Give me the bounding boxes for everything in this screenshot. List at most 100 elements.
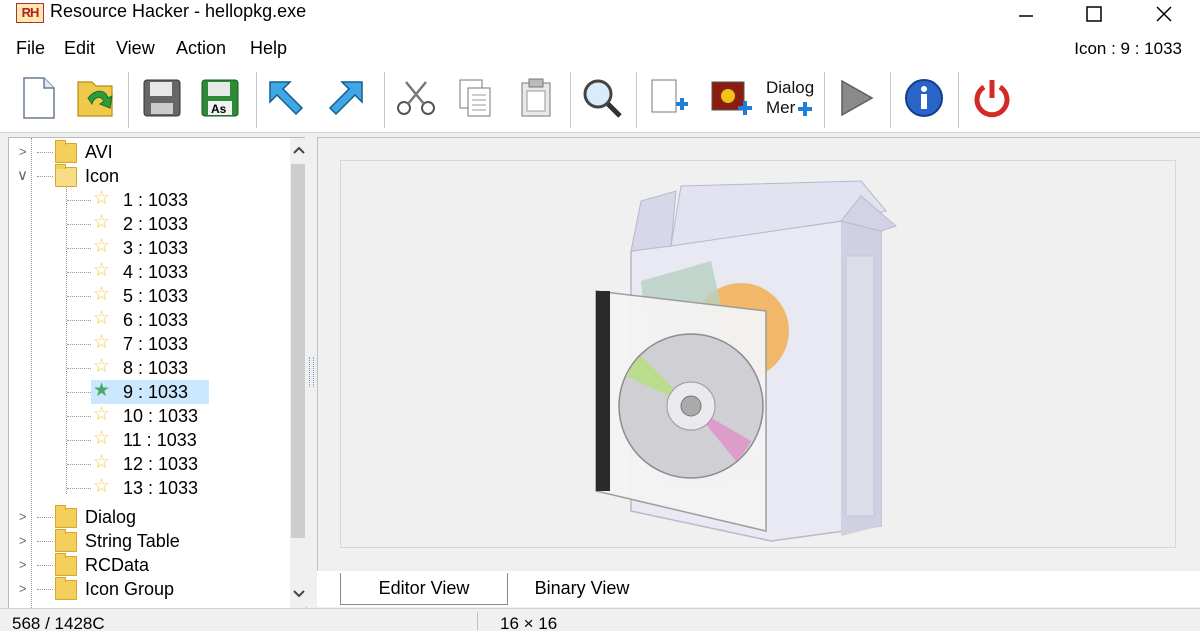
paste-button[interactable] bbox=[512, 74, 560, 122]
resource-hacker-logo-icon: RH bbox=[16, 3, 44, 23]
tree-item-icon-entry[interactable]: ☆ 12 : 1033 bbox=[67, 452, 227, 476]
tab-editor-view[interactable]: Editor View bbox=[340, 573, 508, 605]
exit-button[interactable] bbox=[968, 74, 1016, 122]
tree-item-icon-entry[interactable]: ☆ 13 : 1033 bbox=[67, 476, 227, 500]
folder-icon bbox=[55, 140, 77, 163]
chevron-right-icon[interactable]: > bbox=[19, 529, 31, 553]
menu-view[interactable]: View bbox=[116, 38, 155, 59]
save-as-text: As bbox=[211, 102, 227, 116]
arrow-up-left-icon bbox=[269, 81, 304, 116]
save-icon bbox=[143, 79, 181, 117]
import-button[interactable] bbox=[262, 74, 310, 122]
menu-label: Mer bbox=[766, 98, 796, 117]
folder-icon bbox=[55, 505, 77, 528]
save-button[interactable] bbox=[138, 74, 186, 122]
tree-item-string-table[interactable]: > String Table bbox=[9, 529, 279, 553]
tree-item-label: Dialog bbox=[85, 507, 137, 527]
save-as-icon: As bbox=[201, 79, 239, 117]
export-button[interactable] bbox=[322, 74, 370, 122]
tree-item-label: 10 : 1033 bbox=[123, 406, 199, 426]
copy-button[interactable] bbox=[452, 74, 500, 122]
tree-item-icon-entry[interactable]: ☆ 7 : 1033 bbox=[67, 332, 217, 356]
status-left: 568 / 1428C bbox=[12, 614, 105, 633]
tree-item-icon-entry[interactable]: ☆ 3 : 1033 bbox=[67, 236, 217, 260]
tree-item-label: 3 : 1033 bbox=[123, 238, 189, 258]
tree-item-label: 6 : 1033 bbox=[123, 310, 189, 330]
panel-splitter[interactable] bbox=[305, 137, 317, 607]
tree-item-icon-entry-selected[interactable]: ★ 9 : 1033 bbox=[67, 380, 217, 404]
tree-item-label: 12 : 1033 bbox=[123, 454, 199, 474]
paste-icon bbox=[521, 78, 551, 117]
toolbar-separator bbox=[636, 72, 637, 128]
new-file-icon bbox=[23, 77, 55, 119]
menu-bar: File Edit View Action Help Icon : 9 : 10… bbox=[0, 32, 1200, 66]
tree-item-label: String Table bbox=[85, 531, 180, 551]
tree-scrollbar-thumb[interactable] bbox=[291, 164, 306, 538]
status-bar: 568 / 1428C 16 × 16 bbox=[0, 608, 1200, 633]
new-button[interactable] bbox=[14, 74, 62, 122]
splitter-grip bbox=[309, 357, 314, 387]
tree-item-icon-entry[interactable]: ☆ 6 : 1033 bbox=[67, 308, 217, 332]
star-icon: ☆ bbox=[93, 428, 111, 449]
tree-item-rcdata[interactable]: > RCData bbox=[9, 553, 279, 577]
status-divider bbox=[477, 612, 478, 630]
minimize-button[interactable] bbox=[1002, 0, 1050, 28]
star-icon: ☆ bbox=[93, 308, 111, 329]
tree-item-icon-group[interactable]: > Icon Group bbox=[9, 577, 279, 601]
save-as-button[interactable]: As bbox=[196, 74, 244, 122]
open-button[interactable] bbox=[72, 74, 120, 122]
chevron-right-icon[interactable]: > bbox=[19, 577, 31, 601]
chevron-down-icon[interactable]: ∨ bbox=[17, 164, 29, 188]
tree-item-icon-entry[interactable]: ☆ 10 : 1033 bbox=[67, 404, 227, 428]
title-bar: RH Resource Hacker - hellopkg.exe bbox=[0, 0, 1200, 32]
open-file-icon bbox=[77, 81, 113, 117]
menu-action[interactable]: Action bbox=[176, 38, 226, 59]
power-icon bbox=[974, 80, 1010, 118]
chevron-right-icon[interactable]: > bbox=[19, 505, 31, 529]
menu-file[interactable]: File bbox=[16, 38, 45, 59]
minimize-icon bbox=[1019, 15, 1033, 17]
tab-binary-view[interactable]: Binary View bbox=[507, 573, 657, 604]
current-resource-info: Icon : 9 : 1033 bbox=[1074, 39, 1182, 58]
chevron-right-icon[interactable]: > bbox=[19, 553, 31, 577]
add-blank-resource-button[interactable] bbox=[644, 74, 692, 122]
tree-item-icon-entry[interactable]: ☆ 8 : 1033 bbox=[67, 356, 217, 380]
tree-item-icon-entry[interactable]: ☆ 4 : 1033 bbox=[67, 260, 217, 284]
status-dimensions: 16 × 16 bbox=[500, 614, 558, 633]
info-button[interactable] bbox=[900, 74, 948, 122]
chevron-right-icon[interactable]: > bbox=[19, 140, 31, 164]
tree-item-label: 13 : 1033 bbox=[123, 478, 199, 498]
tree-item-label: 8 : 1033 bbox=[123, 358, 189, 378]
folder-icon bbox=[55, 553, 77, 576]
toolbar-separator bbox=[570, 72, 571, 128]
tree-item-avi[interactable]: > AVI bbox=[9, 140, 279, 164]
tree-item-icon-entry[interactable]: ☆ 1 : 1033 bbox=[67, 188, 217, 212]
add-blank-resource-icon bbox=[651, 79, 688, 113]
tree-item-icon-entry[interactable]: ☆ 11 : 1033 bbox=[67, 428, 227, 452]
resource-tree[interactable]: > AVI ∨ Icon ☆ 1 : 1033 ☆ 2 : 1033 ☆ 3 :… bbox=[8, 137, 307, 609]
play-icon bbox=[841, 79, 874, 117]
info-icon bbox=[905, 79, 943, 117]
scroll-down-icon[interactable] bbox=[292, 588, 306, 600]
star-icon: ☆ bbox=[93, 356, 111, 377]
menu-edit[interactable]: Edit bbox=[64, 38, 95, 59]
star-icon: ★ bbox=[93, 380, 111, 401]
menu-help[interactable]: Help bbox=[250, 38, 287, 59]
close-button[interactable] bbox=[1140, 0, 1188, 28]
scroll-up-icon[interactable] bbox=[292, 144, 306, 156]
toolbar: As Dialog Mer bbox=[0, 66, 1200, 133]
tree-item-label: 9 : 1033 bbox=[123, 382, 189, 402]
add-image-resource-icon bbox=[711, 81, 752, 115]
compile-run-button[interactable] bbox=[832, 74, 880, 122]
search-button[interactable] bbox=[578, 74, 626, 122]
tree-item-icon-entry[interactable]: ☆ 5 : 1033 bbox=[67, 284, 217, 308]
toolbar-separator bbox=[958, 72, 959, 128]
tree-item-dialog[interactable]: > Dialog bbox=[9, 505, 279, 529]
tree-item-icon[interactable]: ∨ Icon bbox=[9, 164, 279, 188]
cut-button[interactable] bbox=[392, 74, 440, 122]
maximize-button[interactable] bbox=[1070, 0, 1118, 28]
dialog-menu-add-button[interactable]: Dialog Mer bbox=[764, 74, 818, 122]
tree-item-label: Icon Group bbox=[85, 579, 175, 599]
tree-item-icon-entry[interactable]: ☆ 2 : 1033 bbox=[67, 212, 217, 236]
add-image-resource-button[interactable] bbox=[706, 74, 754, 122]
